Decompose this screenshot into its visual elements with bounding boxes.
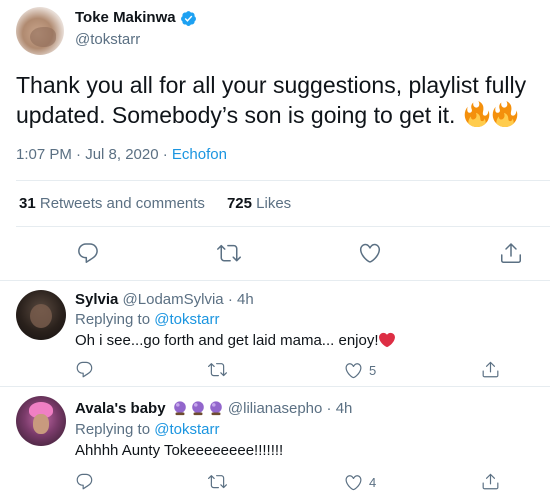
tweet-actions [0, 238, 550, 268]
reply-avatar[interactable] [16, 290, 66, 340]
mention-link[interactable]: @tokstarr [154, 311, 219, 328]
reply-author-name[interactable]: Avala's baby [75, 400, 166, 417]
reply-icon[interactable] [75, 472, 94, 491]
retweet-icon[interactable] [208, 472, 227, 491]
author-block: Toke Makinwa @tokstarr [75, 9, 197, 50]
share-icon[interactable] [499, 241, 523, 265]
like-button[interactable]: 5 [344, 360, 376, 380]
reply-author-name[interactable]: Sylvia [75, 291, 118, 308]
like-button[interactable]: 4 [344, 472, 376, 492]
retweets-stat[interactable]: 31 Retweets and comments [19, 195, 205, 212]
mention-link[interactable]: @tokstarr [154, 421, 219, 438]
like-icon [345, 474, 362, 490]
like-count: 5 [369, 362, 377, 378]
replying-to: Replying to @tokstarr [75, 421, 220, 438]
crystal-ball-icon [191, 401, 204, 416]
reply-tweet[interactable]: Sylvia @LodamSylvia · 4h Replying to @to… [0, 281, 550, 382]
red-heart-icon [378, 332, 395, 348]
divider [16, 180, 550, 181]
tweet-stats: 31 Retweets and comments 725 Likes [19, 195, 291, 212]
tweet-meta: 1:07 PM · Jul 8, 2020 · Echofon [16, 146, 227, 163]
like-count: 4 [369, 474, 377, 490]
reply-tweet[interactable]: Avala's baby @lilianasepho · 4h Replying… [0, 387, 550, 497]
share-icon[interactable] [481, 360, 500, 379]
reply-avatar[interactable] [16, 396, 66, 446]
reply-text: Ahhhh Aunty Tokeeeeeeee!!!!!!! [75, 442, 284, 459]
likes-stat[interactable]: 725 Likes [227, 195, 291, 212]
like-icon [345, 362, 362, 378]
replying-to: Replying to @tokstarr [75, 311, 220, 328]
retweet-icon[interactable] [208, 360, 227, 379]
author-name[interactable]: Toke Makinwa [75, 9, 176, 27]
reply-text: Oh i see...go forth and get laid mama...… [75, 331, 395, 351]
reply-icon[interactable] [76, 241, 100, 265]
crystal-ball-icon [173, 401, 186, 416]
retweet-icon[interactable] [217, 241, 241, 265]
author-handle[interactable]: @tokstarr [75, 30, 197, 50]
tweet-source[interactable]: Echofon [172, 146, 227, 163]
share-icon[interactable] [481, 472, 500, 491]
like-icon[interactable] [358, 241, 382, 265]
reply-icon[interactable] [75, 360, 94, 379]
author-avatar[interactable] [16, 7, 64, 55]
verified-badge-icon [180, 10, 196, 26]
tweet-body: Thank you all for all your suggestions, … [16, 72, 527, 128]
divider [16, 226, 550, 227]
reply-author-handle[interactable]: @LodamSylvia · 4h [123, 291, 254, 308]
reply-author-handle[interactable]: @lilianasepho · 4h [228, 400, 352, 417]
crystal-ball-icon [209, 401, 222, 416]
tweet-text: Thank you all for all your suggestions, … [16, 70, 536, 130]
fire-icon [464, 101, 490, 127]
fire-icon [492, 101, 518, 127]
tweet-timestamp[interactable]: 1:07 PM · Jul 8, 2020 · [16, 146, 172, 163]
